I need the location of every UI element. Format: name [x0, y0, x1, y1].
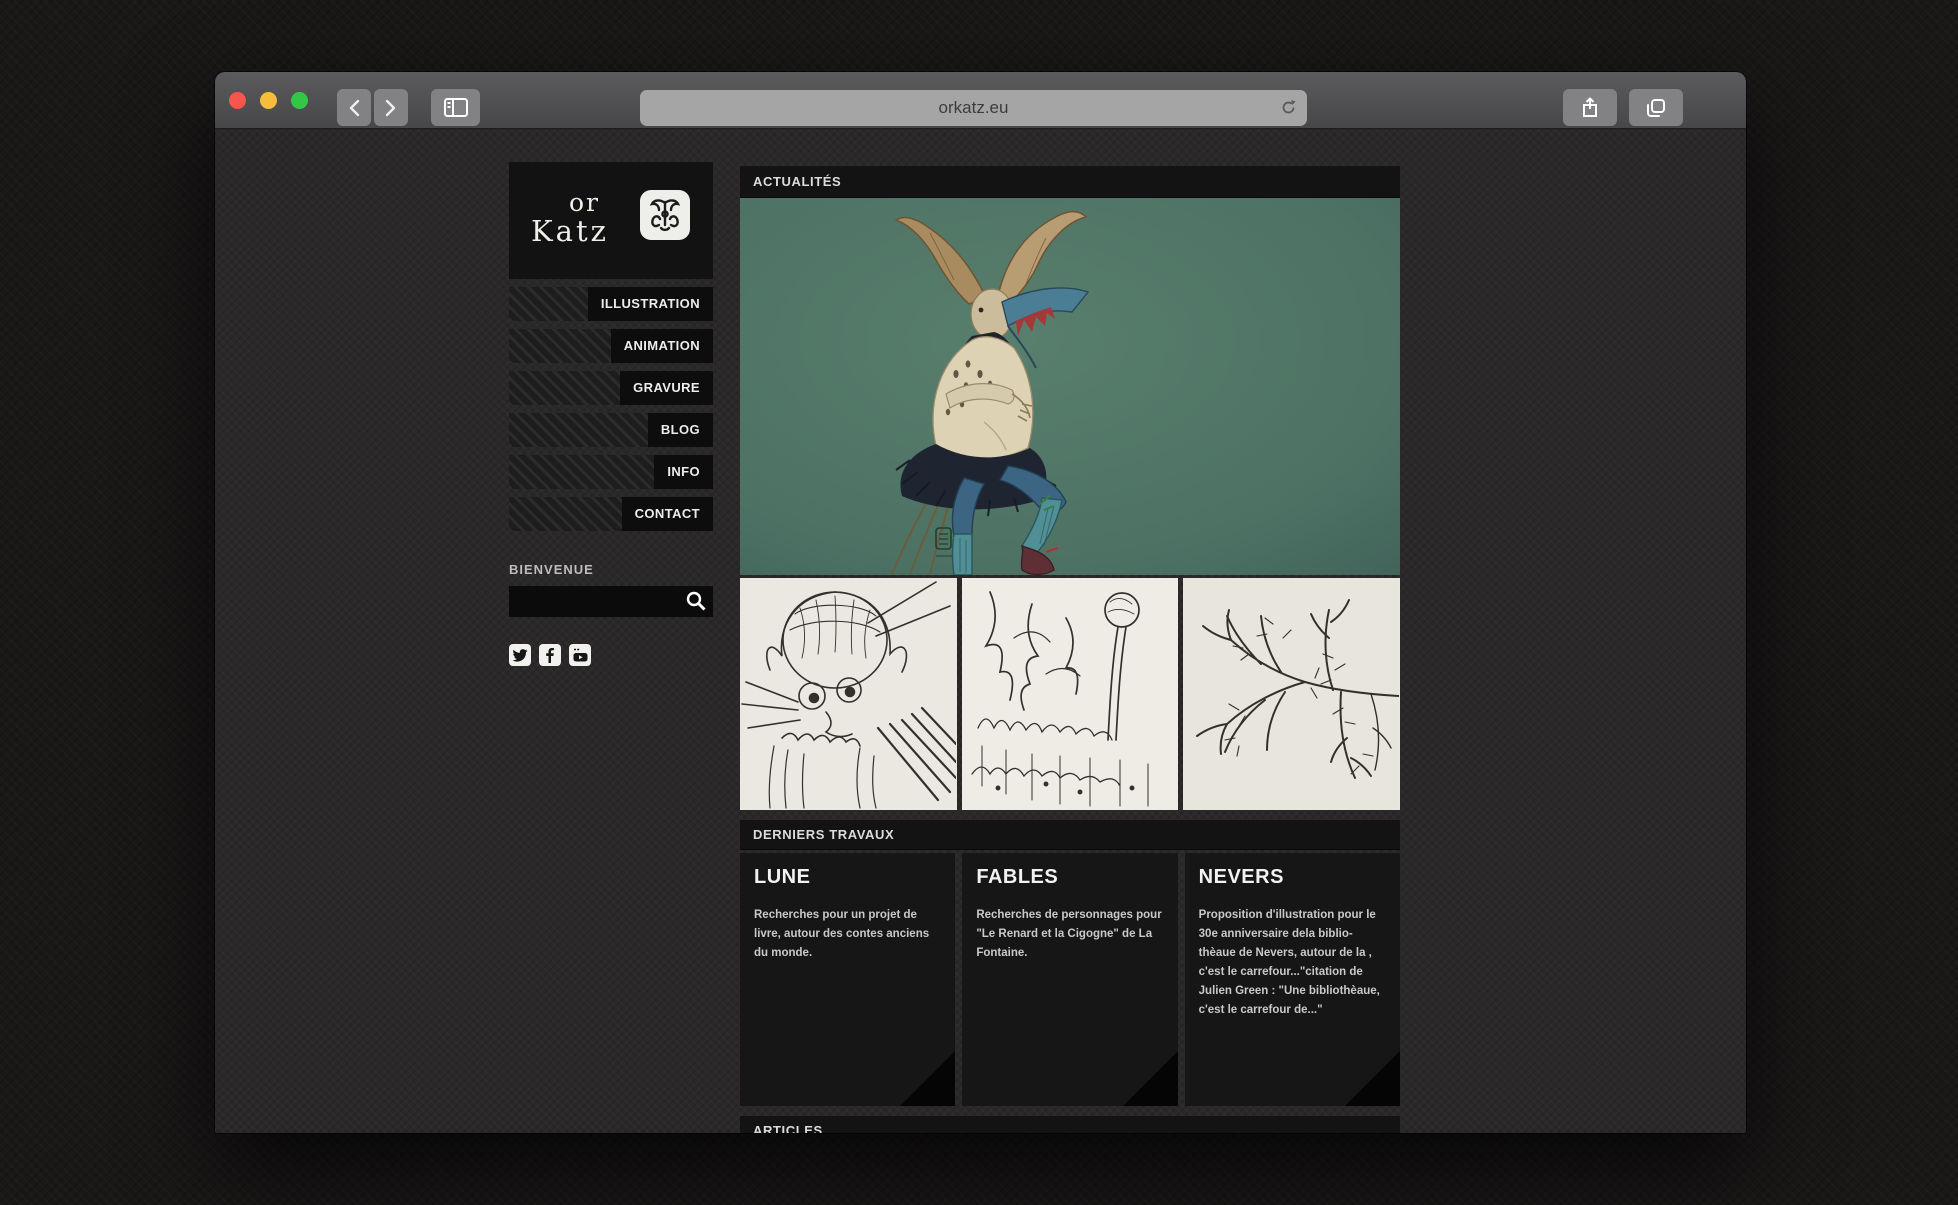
nav-item-info[interactable]: INFO	[509, 455, 713, 489]
webpage-content: or Katz	[215, 130, 1746, 1133]
site-logo[interactable]: or Katz	[509, 162, 713, 279]
work-card-lune[interactable]: LUNE Recherches pour un projet de livre,…	[740, 853, 955, 1106]
social-links	[509, 644, 713, 666]
card-title: LUNE	[754, 866, 941, 889]
logo-text-katz: Katz	[531, 214, 609, 248]
nav-item-blog[interactable]: BLOG	[509, 413, 713, 447]
close-window-button[interactable]	[229, 92, 246, 109]
facebook-icon[interactable]	[539, 644, 561, 666]
section-header-actualites: ACTUALITÉS	[740, 166, 1400, 198]
tab-overview-button[interactable]	[1629, 89, 1683, 126]
chevron-right-icon	[385, 99, 397, 117]
thumbnail-tree-sketch[interactable]	[1183, 578, 1400, 810]
logo-text-or: or	[569, 188, 600, 217]
featured-artwork[interactable]	[740, 198, 1400, 575]
forward-button[interactable]	[374, 89, 408, 126]
card-title: NEVERS	[1199, 866, 1386, 889]
nav-label: GRAVURE	[620, 371, 713, 405]
minimize-window-button[interactable]	[260, 92, 277, 109]
search-icon	[685, 600, 707, 615]
work-card-fables[interactable]: FABLES Recherches de personnages pour "L…	[962, 853, 1177, 1106]
tabs-icon	[1646, 98, 1666, 118]
main-column: ACTUALITÉS	[740, 166, 1400, 1133]
nav-item-animation[interactable]: ANIMATION	[509, 329, 713, 363]
section-header-articles: ARTICLES	[740, 1116, 1400, 1133]
url-text: orkatz.eu	[939, 98, 1009, 118]
reload-icon[interactable]	[1279, 98, 1298, 122]
youtube-icon[interactable]	[569, 644, 591, 666]
sidebar-toggle-button[interactable]	[431, 89, 480, 126]
site-sidebar: or Katz	[509, 162, 713, 666]
nav-label: CONTACT	[622, 497, 713, 531]
address-bar[interactable]: orkatz.eu	[640, 90, 1307, 126]
nav-label: BLOG	[648, 413, 713, 447]
twitter-icon[interactable]	[509, 644, 531, 666]
thumbnail-strip	[740, 578, 1400, 810]
section-title: ACTUALITÉS	[753, 174, 841, 189]
thumbnail-creature-sketch[interactable]	[740, 578, 957, 810]
corner-fold-icon	[1123, 1051, 1178, 1106]
section-title: ARTICLES	[753, 1123, 823, 1133]
search-submit-button[interactable]	[684, 590, 708, 614]
window-controls	[229, 92, 308, 109]
share-icon	[1582, 97, 1598, 118]
zoom-window-button[interactable]	[291, 92, 308, 109]
sidebar-icon	[444, 98, 468, 117]
main-navigation: ILLUSTRATION ANIMATION GRAVURE BLOG INFO…	[509, 287, 713, 531]
browser-titlebar: orkatz.eu	[215, 72, 1746, 129]
corner-fold-icon	[900, 1051, 955, 1106]
search-box	[509, 586, 713, 617]
card-description: Recherches de personnages pour "Le Renar…	[976, 906, 1163, 963]
welcome-label: BIENVENUE	[509, 562, 713, 577]
desktop-background: { "browser": { "url": "orkatz.eu", "butt…	[0, 0, 1958, 1205]
nav-item-illustration[interactable]: ILLUSTRATION	[509, 287, 713, 321]
work-card-nevers[interactable]: NEVERS Proposition d'illustration pour l…	[1185, 853, 1400, 1106]
share-button[interactable]	[1563, 89, 1617, 126]
corner-fold-icon	[1345, 1051, 1400, 1106]
nav-label: ILLUSTRATION	[588, 287, 713, 321]
logo-monogram-icon	[640, 190, 690, 240]
latest-works-cards: LUNE Recherches pour un projet de livre,…	[740, 853, 1400, 1106]
section-title: DERNIERS TRAVAUX	[753, 827, 894, 842]
section-header-derniers-travaux: DERNIERS TRAVAUX	[740, 820, 1400, 850]
nav-item-contact[interactable]: CONTACT	[509, 497, 713, 531]
nav-label: ANIMATION	[611, 329, 713, 363]
chevron-left-icon	[348, 99, 360, 117]
card-description: Proposition d'illustration pour le 30e a…	[1199, 906, 1386, 1020]
card-description: Recherches pour un projet de livre, auto…	[754, 906, 941, 963]
search-input[interactable]	[509, 586, 713, 617]
thumbnail-branches-sketch[interactable]	[962, 578, 1179, 810]
nav-label: INFO	[654, 455, 713, 489]
browser-window: orkatz.eu or Katz	[215, 72, 1746, 1133]
nav-item-gravure[interactable]: GRAVURE	[509, 371, 713, 405]
card-title: FABLES	[976, 866, 1163, 889]
back-button[interactable]	[337, 89, 371, 126]
